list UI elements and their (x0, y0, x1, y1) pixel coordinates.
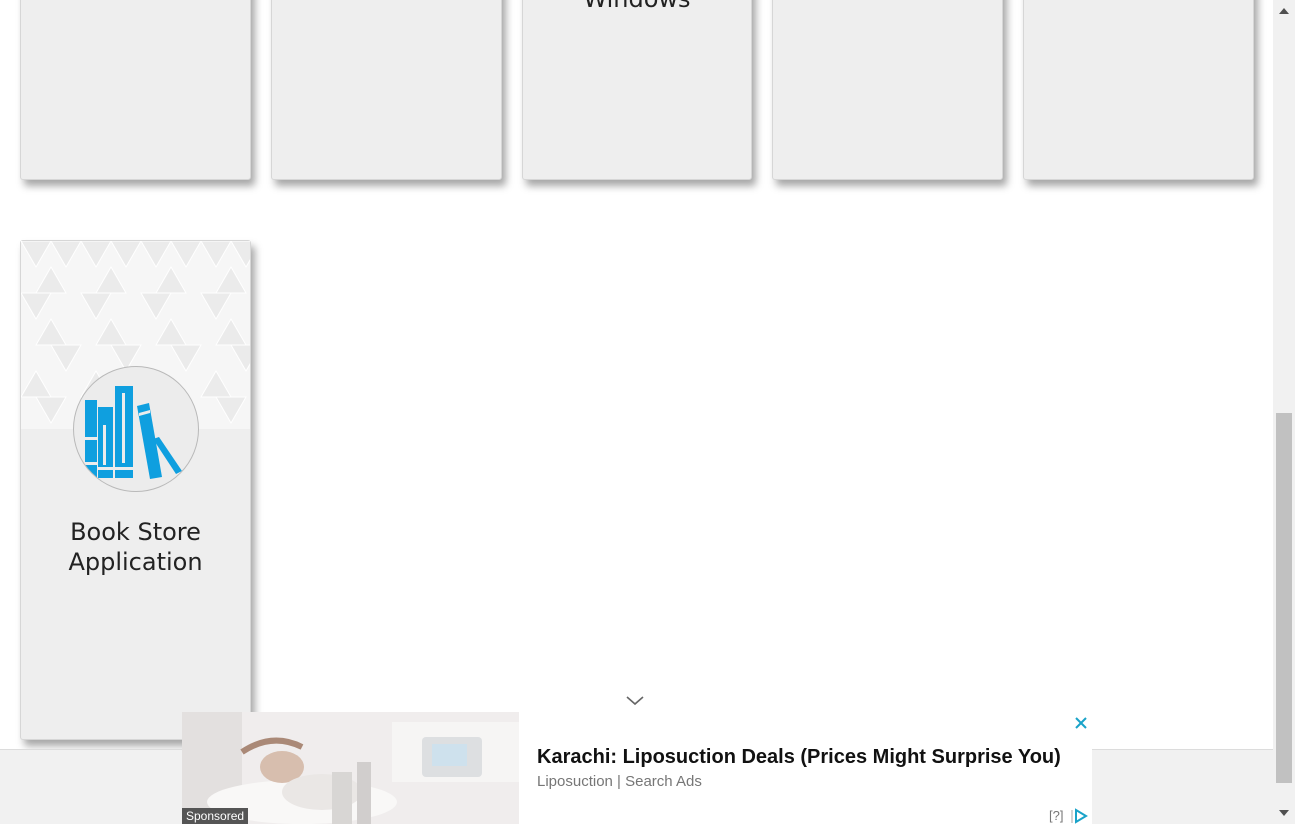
adchoices-icon[interactable] (1071, 808, 1089, 824)
app-card[interactable] (1023, 0, 1254, 180)
bookshelf-icon (73, 366, 199, 492)
scroll-down-arrow-icon[interactable] (1279, 810, 1289, 816)
app-card-book-store[interactable]: Book Store Application (20, 240, 251, 740)
sponsored-ad[interactable]: Sponsored Karachi: Liposuction Deals (Pr… (182, 712, 1092, 824)
card-title: Windows (523, 0, 751, 14)
app-card-windows[interactable]: Windows (522, 0, 752, 180)
close-icon[interactable] (1072, 714, 1090, 732)
scroll-up-arrow-icon[interactable] (1279, 8, 1289, 14)
ad-image[interactable]: Sponsored (182, 712, 519, 824)
app-card[interactable] (271, 0, 502, 180)
page-content: Windows (0, 0, 1273, 824)
app-card[interactable] (772, 0, 1003, 180)
chevron-down-icon[interactable] (624, 694, 646, 708)
ad-headline[interactable]: Karachi: Liposuction Deals (Prices Might… (537, 746, 1061, 769)
ad-help-link[interactable]: [?] (1049, 808, 1063, 823)
vertical-scrollbar[interactable] (1273, 0, 1295, 824)
ad-subtitle[interactable]: Liposuction | Search Ads (537, 773, 702, 790)
card-title-line2: Application (68, 548, 203, 576)
app-card[interactable] (20, 0, 251, 180)
sponsored-label: Sponsored (182, 808, 249, 824)
scrollbar-thumb[interactable] (1276, 413, 1292, 783)
card-title-line1: Book Store (70, 518, 201, 546)
